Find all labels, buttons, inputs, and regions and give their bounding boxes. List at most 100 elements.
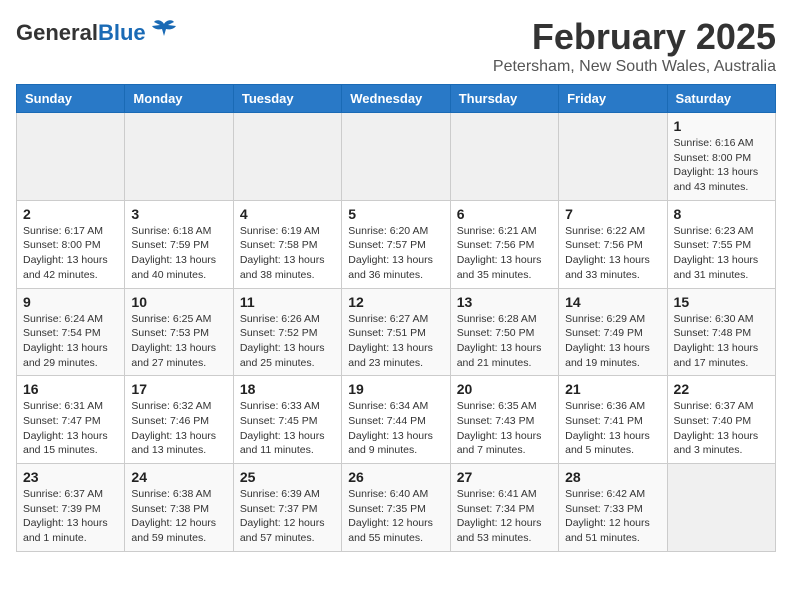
weekday-header-row: SundayMondayTuesdayWednesdayThursdayFrid…	[17, 85, 776, 113]
day-number: 6	[457, 206, 552, 222]
week-row-4: 16Sunrise: 6:31 AM Sunset: 7:47 PM Dayli…	[17, 376, 776, 464]
day-number: 5	[348, 206, 443, 222]
day-info: Sunrise: 6:18 AM Sunset: 7:59 PM Dayligh…	[131, 224, 226, 283]
day-info: Sunrise: 6:19 AM Sunset: 7:58 PM Dayligh…	[240, 224, 335, 283]
calendar-cell: 13 Sunrise: 6:28 AM Sunset: 7:50 PM Dayli…	[450, 288, 558, 376]
calendar-cell: 19 Sunrise: 6:34 AM Sunset: 7:44 PM Dayli…	[342, 376, 450, 464]
weekday-header-wednesday: Wednesday	[342, 85, 450, 113]
calendar-cell	[342, 113, 450, 201]
calendar-cell: 17 Sunrise: 6:32 AM Sunset: 7:46 PM Dayli…	[125, 376, 233, 464]
day-info: Sunrise: 6:20 AM Sunset: 7:57 PM Dayligh…	[348, 224, 443, 283]
logo-bird-icon	[150, 16, 178, 50]
day-info: Sunrise: 6:23 AM Sunset: 7:55 PM Dayligh…	[674, 224, 769, 283]
week-row-1: 1Sunrise: 6:16 AM Sunset: 8:00 PM Daylig…	[17, 113, 776, 201]
calendar-cell: 16Sunrise: 6:31 AM Sunset: 7:47 PM Dayli…	[17, 376, 125, 464]
weekday-header-tuesday: Tuesday	[233, 85, 341, 113]
calendar-cell: 23 Sunrise: 6:37 AM Sunset: 7:39 PM Dayli…	[17, 464, 125, 552]
calendar-cell: 22Sunrise: 6:37 AM Sunset: 7:40 PM Dayli…	[667, 376, 775, 464]
day-number: 23	[23, 469, 118, 485]
calendar-cell: 12 Sunrise: 6:27 AM Sunset: 7:51 PM Dayli…	[342, 288, 450, 376]
day-number: 17	[131, 381, 226, 397]
calendar-cell: 11 Sunrise: 6:26 AM Sunset: 7:52 PM Dayli…	[233, 288, 341, 376]
calendar-cell: 8 Sunrise: 6:23 AM Sunset: 7:55 PM Daylig…	[667, 200, 775, 288]
calendar-cell: 15Sunrise: 6:30 AM Sunset: 7:48 PM Dayli…	[667, 288, 775, 376]
day-number: 13	[457, 294, 552, 310]
calendar-cell: 1Sunrise: 6:16 AM Sunset: 8:00 PM Daylig…	[667, 113, 775, 201]
day-info: Sunrise: 6:38 AM Sunset: 7:38 PM Dayligh…	[131, 487, 226, 546]
month-title: February 2025	[493, 16, 776, 58]
day-number: 20	[457, 381, 552, 397]
weekday-header-saturday: Saturday	[667, 85, 775, 113]
calendar-cell	[667, 464, 775, 552]
weekday-header-friday: Friday	[559, 85, 667, 113]
calendar-cell: 6 Sunrise: 6:21 AM Sunset: 7:56 PM Daylig…	[450, 200, 558, 288]
day-number: 12	[348, 294, 443, 310]
calendar-cell: 14 Sunrise: 6:29 AM Sunset: 7:49 PM Dayli…	[559, 288, 667, 376]
day-info: Sunrise: 6:39 AM Sunset: 7:37 PM Dayligh…	[240, 487, 335, 546]
calendar-cell	[125, 113, 233, 201]
week-row-3: 9 Sunrise: 6:24 AM Sunset: 7:54 PM Daylig…	[17, 288, 776, 376]
day-info: Sunrise: 6:25 AM Sunset: 7:53 PM Dayligh…	[131, 312, 226, 371]
location-title: Petersham, New South Wales, Australia	[493, 58, 776, 76]
day-number: 25	[240, 469, 335, 485]
calendar-cell: 26 Sunrise: 6:40 AM Sunset: 7:35 PM Dayli…	[342, 464, 450, 552]
day-number: 2	[23, 206, 118, 222]
day-info: Sunrise: 6:40 AM Sunset: 7:35 PM Dayligh…	[348, 487, 443, 546]
day-number: 7	[565, 206, 660, 222]
day-info: Sunrise: 6:17 AM Sunset: 8:00 PM Dayligh…	[23, 224, 118, 283]
logo-blue: Blue	[98, 20, 146, 45]
calendar-cell: 25 Sunrise: 6:39 AM Sunset: 7:37 PM Dayli…	[233, 464, 341, 552]
week-row-2: 2 Sunrise: 6:17 AM Sunset: 8:00 PM Daylig…	[17, 200, 776, 288]
day-number: 24	[131, 469, 226, 485]
weekday-header-sunday: Sunday	[17, 85, 125, 113]
calendar: SundayMondayTuesdayWednesdayThursdayFrid…	[16, 84, 776, 552]
calendar-cell: 2 Sunrise: 6:17 AM Sunset: 8:00 PM Daylig…	[17, 200, 125, 288]
day-info: Sunrise: 6:41 AM Sunset: 7:34 PM Dayligh…	[457, 487, 552, 546]
calendar-cell: 10Sunrise: 6:25 AM Sunset: 7:53 PM Dayli…	[125, 288, 233, 376]
weekday-header-thursday: Thursday	[450, 85, 558, 113]
day-number: 26	[348, 469, 443, 485]
day-info: Sunrise: 6:34 AM Sunset: 7:44 PM Dayligh…	[348, 399, 443, 458]
day-number: 21	[565, 381, 660, 397]
calendar-cell	[17, 113, 125, 201]
calendar-cell: 9 Sunrise: 6:24 AM Sunset: 7:54 PM Daylig…	[17, 288, 125, 376]
calendar-cell: 24 Sunrise: 6:38 AM Sunset: 7:38 PM Dayli…	[125, 464, 233, 552]
day-info: Sunrise: 6:21 AM Sunset: 7:56 PM Dayligh…	[457, 224, 552, 283]
calendar-cell: 27Sunrise: 6:41 AM Sunset: 7:34 PM Dayli…	[450, 464, 558, 552]
logo-general: General	[16, 20, 98, 45]
calendar-cell: 18 Sunrise: 6:33 AM Sunset: 7:45 PM Dayli…	[233, 376, 341, 464]
day-number: 14	[565, 294, 660, 310]
title-area: February 2025 Petersham, New South Wales…	[493, 16, 776, 76]
day-info: Sunrise: 6:16 AM Sunset: 8:00 PM Dayligh…	[674, 136, 769, 195]
day-info: Sunrise: 6:33 AM Sunset: 7:45 PM Dayligh…	[240, 399, 335, 458]
day-number: 9	[23, 294, 118, 310]
day-number: 3	[131, 206, 226, 222]
day-number: 11	[240, 294, 335, 310]
day-number: 8	[674, 206, 769, 222]
day-info: Sunrise: 6:26 AM Sunset: 7:52 PM Dayligh…	[240, 312, 335, 371]
calendar-cell: 7Sunrise: 6:22 AM Sunset: 7:56 PM Daylig…	[559, 200, 667, 288]
calendar-cell: 5 Sunrise: 6:20 AM Sunset: 7:57 PM Daylig…	[342, 200, 450, 288]
logo: GeneralBlue	[16, 16, 178, 50]
calendar-cell: 21 Sunrise: 6:36 AM Sunset: 7:41 PM Dayli…	[559, 376, 667, 464]
day-info: Sunrise: 6:32 AM Sunset: 7:46 PM Dayligh…	[131, 399, 226, 458]
day-number: 22	[674, 381, 769, 397]
day-number: 28	[565, 469, 660, 485]
day-number: 4	[240, 206, 335, 222]
day-number: 18	[240, 381, 335, 397]
day-info: Sunrise: 6:30 AM Sunset: 7:48 PM Dayligh…	[674, 312, 769, 371]
day-info: Sunrise: 6:37 AM Sunset: 7:39 PM Dayligh…	[23, 487, 118, 546]
day-number: 19	[348, 381, 443, 397]
day-info: Sunrise: 6:28 AM Sunset: 7:50 PM Dayligh…	[457, 312, 552, 371]
calendar-cell: 3 Sunrise: 6:18 AM Sunset: 7:59 PM Daylig…	[125, 200, 233, 288]
calendar-cell: 4 Sunrise: 6:19 AM Sunset: 7:58 PM Daylig…	[233, 200, 341, 288]
day-info: Sunrise: 6:24 AM Sunset: 7:54 PM Dayligh…	[23, 312, 118, 371]
day-info: Sunrise: 6:27 AM Sunset: 7:51 PM Dayligh…	[348, 312, 443, 371]
day-info: Sunrise: 6:29 AM Sunset: 7:49 PM Dayligh…	[565, 312, 660, 371]
day-info: Sunrise: 6:35 AM Sunset: 7:43 PM Dayligh…	[457, 399, 552, 458]
day-info: Sunrise: 6:36 AM Sunset: 7:41 PM Dayligh…	[565, 399, 660, 458]
calendar-cell	[233, 113, 341, 201]
day-info: Sunrise: 6:42 AM Sunset: 7:33 PM Dayligh…	[565, 487, 660, 546]
weekday-header-monday: Monday	[125, 85, 233, 113]
day-info: Sunrise: 6:31 AM Sunset: 7:47 PM Dayligh…	[23, 399, 118, 458]
